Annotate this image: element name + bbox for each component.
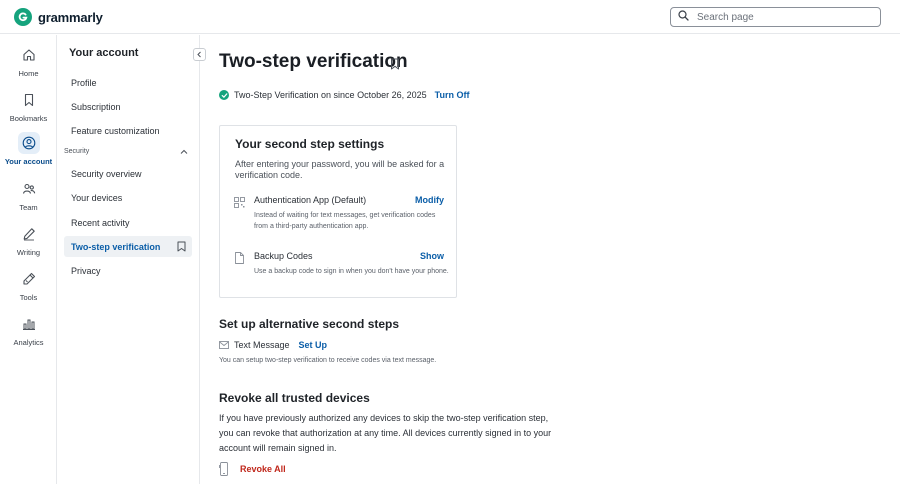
text-message-label: Text Message (234, 340, 290, 350)
tools-icon (18, 268, 40, 290)
sidebar-item-security-overview[interactable]: Security overview (64, 163, 192, 184)
revoke-devices-title: Revoke all trusted devices (219, 391, 370, 405)
envelope-icon (219, 341, 229, 349)
sidebar-item-privacy[interactable]: Privacy (64, 260, 192, 281)
nav-analytics[interactable]: Analytics (0, 313, 57, 353)
sidebar-item-two-step-verification[interactable]: Two-step verification (64, 236, 192, 257)
method-description: Use a backup code to sign in when you do… (254, 268, 449, 275)
chevron-up-icon (180, 149, 188, 154)
sidebar-item-recent-activity[interactable]: Recent activity (64, 212, 192, 233)
primary-nav-rail: Home Bookmarks Your account Team Writing… (0, 35, 57, 484)
team-icon (18, 178, 40, 200)
sidebar-item-label: Security overview (71, 168, 142, 179)
modify-link[interactable]: Modify (415, 195, 444, 205)
nav-team[interactable]: Team (0, 178, 57, 218)
revoke-all-button[interactable]: Revoke All (240, 464, 286, 474)
nav-your-account[interactable]: Your account (0, 132, 57, 172)
method-name: Authentication App (Default) (254, 195, 367, 205)
grammarly-logo-icon (14, 8, 32, 26)
top-bar: grammarly (0, 0, 900, 34)
text-message-description: You can setup two-step verification to r… (219, 357, 437, 364)
show-link[interactable]: Show (420, 251, 444, 261)
sidebar-item-subscription[interactable]: Subscription (64, 96, 192, 117)
sidebar-section-label: Security (64, 148, 90, 155)
card-description: After entering your password, you will b… (235, 159, 445, 180)
bookmark-icon (18, 89, 40, 111)
sidebar-item-your-devices[interactable]: Your devices (64, 187, 192, 208)
set-up-link[interactable]: Set Up (299, 340, 328, 350)
sidebar-item-label: Feature customization (71, 125, 160, 136)
analytics-icon (18, 313, 40, 335)
card-title: Your second step settings (235, 137, 385, 151)
search-icon (678, 8, 689, 26)
search-box[interactable] (670, 7, 881, 27)
search-input[interactable] (697, 11, 867, 23)
sidebar-section-security[interactable]: Security (64, 148, 188, 155)
nav-your-account-label: Your account (4, 157, 53, 166)
account-sidebar: Your account Profile Subscription Featur… (57, 35, 206, 484)
method-description: Instead of waiting for text messages, ge… (254, 212, 436, 230)
sidebar-title: Your account (69, 47, 139, 59)
user-circle-icon (17, 132, 40, 154)
collapse-sidebar-button[interactable] (193, 48, 206, 61)
turn-off-link[interactable]: Turn Off (435, 90, 470, 100)
sidebar-item-label: Two-step verification (71, 241, 161, 252)
pen-icon (18, 223, 40, 245)
check-circle-icon (219, 90, 229, 100)
nav-writing-label: Writing (16, 248, 41, 257)
nav-tools[interactable]: Tools (0, 268, 57, 308)
sidebar-item-label: Recent activity (71, 217, 130, 228)
revoke-description: If you have previously authorized any de… (219, 413, 552, 453)
nav-team-label: Team (19, 203, 38, 212)
bookmark-icon[interactable] (177, 241, 186, 254)
nav-bookmarks[interactable]: Bookmarks (0, 89, 57, 129)
text-message-row: Text Message Set Up (219, 340, 327, 350)
nav-bookmarks-label: Bookmarks (9, 114, 48, 123)
nav-home-label: Home (18, 69, 39, 78)
nav-home[interactable]: Home (0, 44, 57, 84)
nav-tools-label: Tools (19, 293, 38, 302)
bookmark-page-icon[interactable] (390, 57, 400, 75)
nav-analytics-label: Analytics (13, 338, 44, 347)
alternative-steps-title: Set up alternative second steps (219, 317, 400, 331)
sidebar-item-label: Privacy (71, 265, 101, 276)
sidebar-item-profile[interactable]: Profile (64, 72, 192, 93)
method-name: Backup Codes (254, 251, 313, 261)
second-step-settings-card: Your second step settings After entering… (219, 125, 457, 298)
sidebar-item-label: Your devices (71, 192, 123, 203)
qr-code-icon (234, 195, 245, 213)
sidebar-item-label: Profile (71, 77, 97, 88)
device-icon (219, 462, 229, 476)
page-title: Two-step verification (219, 51, 408, 72)
revoke-all-row: Revoke All (219, 462, 286, 476)
nav-writing[interactable]: Writing (0, 223, 57, 263)
grammarly-logo[interactable]: grammarly (14, 8, 103, 26)
home-icon (18, 44, 40, 66)
status-text: Two-Step Verification on since October 2… (234, 90, 427, 100)
chevron-left-icon (197, 51, 201, 58)
sidebar-item-feature-customization[interactable]: Feature customization (64, 120, 192, 141)
verification-status: Two-Step Verification on since October 2… (219, 90, 469, 100)
app-name: grammarly (38, 9, 103, 25)
document-icon (234, 251, 245, 269)
sidebar-item-label: Subscription (71, 101, 121, 112)
